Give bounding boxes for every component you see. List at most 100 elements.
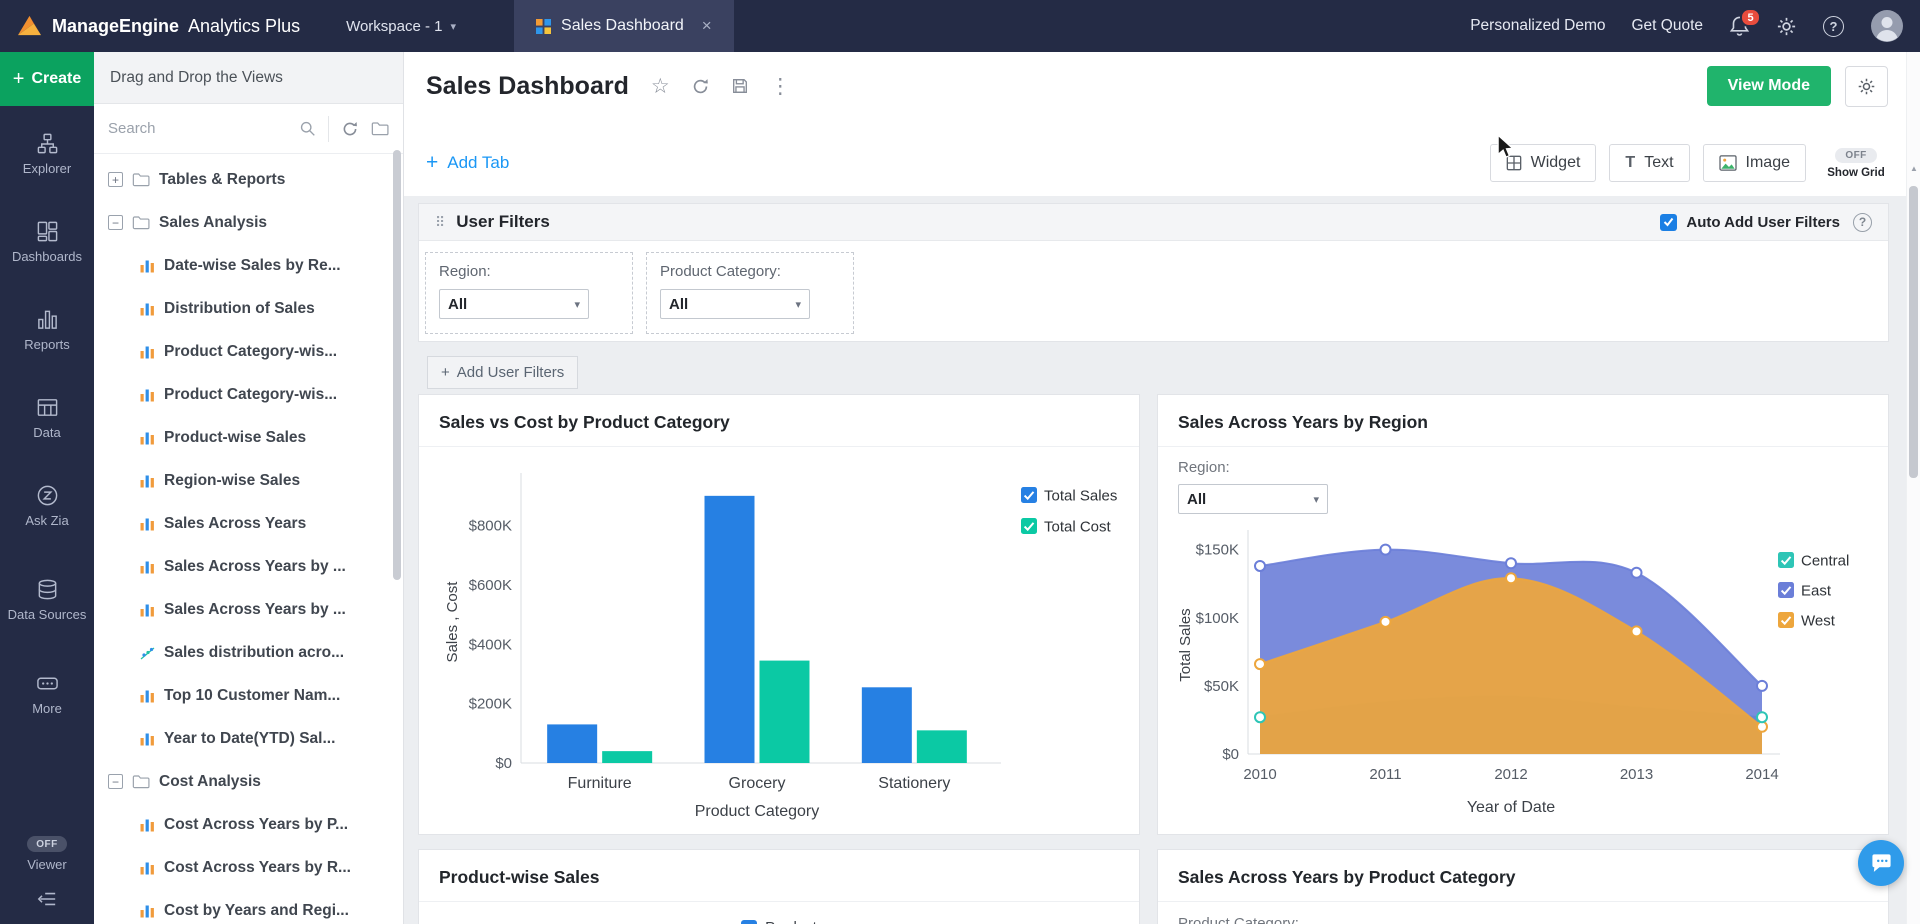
viewer-toggle[interactable]: OFF Viewer	[27, 836, 67, 872]
notifications-button[interactable]: 5	[1729, 15, 1750, 37]
chart-row: Sales vs Cost by Product Category $0$200…	[418, 394, 1889, 835]
rail-item-explorer[interactable]: Explorer	[0, 110, 94, 198]
viewer-label: Viewer	[27, 857, 67, 872]
image-button[interactable]: Image	[1703, 144, 1806, 182]
show-grid-toggle[interactable]: OFF Show Grid	[1823, 148, 1889, 179]
add-tab-button[interactable]: + Add Tab	[426, 151, 509, 175]
viewer-off-pill[interactable]: OFF	[27, 836, 67, 852]
rail-item-more[interactable]: More	[0, 650, 94, 738]
view-mode-button[interactable]: View Mode	[1707, 66, 1831, 106]
view-item[interactable]: Sales Across Years by ...	[94, 588, 403, 631]
save-icon	[731, 77, 749, 95]
chart-row-bottom: Product-wise Sales Product Sales Across …	[418, 849, 1889, 924]
more-options-button[interactable]: ⋮	[770, 76, 791, 97]
view-item[interactable]: Sales Across Years	[94, 502, 403, 545]
view-item[interactable]: Date-wise Sales by Re...	[94, 244, 403, 287]
widget-button[interactable]: Widget	[1490, 144, 1597, 182]
rail-item-label: Dashboards	[12, 250, 82, 265]
area-chart-svg: $0$50K$100K$150KTotal Sales2010201120122…	[1166, 522, 1874, 824]
folder-view-button[interactable]	[371, 121, 389, 136]
main-scrollbar[interactable]: ▲	[1906, 52, 1920, 924]
view-item[interactable]: Cost Across Years by P...	[94, 803, 403, 846]
view-item[interactable]: Sales Across Years by ...	[94, 545, 403, 588]
bar-chart-icon	[140, 818, 155, 832]
view-item-label: Year to Date(YTD) Sal...	[164, 730, 335, 748]
view-item[interactable]: Sales distribution acro...	[94, 631, 403, 674]
bar-chart-icon	[140, 689, 155, 703]
search-icon	[299, 120, 316, 137]
close-icon[interactable]: ×	[702, 16, 712, 36]
refresh-views-button[interactable]	[341, 120, 359, 138]
help-button[interactable]: ?	[1823, 16, 1844, 37]
view-item[interactable]: Top 10 Customer Nam...	[94, 674, 403, 717]
text-button[interactable]: T Text	[1609, 144, 1689, 182]
favorite-button[interactable]: ☆	[651, 76, 670, 97]
views-scrollbar-thumb[interactable]	[393, 150, 401, 580]
text-icon: T	[1625, 154, 1635, 172]
rail-item-ask-zia[interactable]: Ask Zia	[0, 462, 94, 550]
plus-icon: +	[441, 364, 450, 381]
expand-icon[interactable]: +	[108, 172, 123, 187]
view-item[interactable]: Product Category-wis...	[94, 330, 403, 373]
rail-item-reports[interactable]: Reports	[0, 286, 94, 374]
tree-folder[interactable]: −Cost Analysis	[94, 760, 403, 803]
explorer-icon	[36, 132, 59, 155]
view-item[interactable]: Year to Date(YTD) Sal...	[94, 717, 403, 760]
add-tab-label: Add Tab	[447, 153, 509, 173]
folder-label: Sales Analysis	[159, 214, 267, 232]
folder-icon	[132, 774, 150, 789]
save-button[interactable]	[731, 77, 749, 95]
show-grid-state[interactable]: OFF	[1835, 148, 1876, 163]
view-item[interactable]: Product Category-wis...	[94, 373, 403, 416]
scatter-chart-icon	[140, 646, 155, 660]
collapse-icon[interactable]: −	[108, 215, 123, 230]
view-item[interactable]: Distribution of Sales	[94, 287, 403, 330]
manageengine-logo-icon	[16, 14, 43, 39]
refresh-icon	[691, 77, 710, 96]
view-item[interactable]: Product-wise Sales	[94, 416, 403, 459]
scrollbar-thumb[interactable]	[1909, 186, 1918, 478]
panel-title: Sales Across Years by Product Category	[1178, 867, 1516, 887]
filter-select[interactable]: All▾	[439, 289, 589, 319]
workspace-selector[interactable]: Workspace - 1 ▾	[346, 18, 456, 35]
avatar[interactable]	[1870, 9, 1904, 43]
search-button[interactable]	[299, 120, 316, 137]
rail-item-label: More	[32, 702, 62, 717]
user-filters-title: User Filters	[456, 212, 550, 232]
region-filter-select[interactable]: All ▾	[1178, 484, 1328, 514]
collapse-sidebar-button[interactable]	[37, 890, 57, 908]
personalized-demo-link[interactable]: Personalized Demo	[1470, 17, 1605, 35]
legend-checkbox[interactable]	[741, 920, 757, 924]
chat-support-button[interactable]	[1858, 840, 1904, 886]
filter-select[interactable]: All▾	[660, 289, 810, 319]
tab-sales-dashboard[interactable]: Sales Dashboard ×	[514, 0, 734, 52]
collapse-icon[interactable]: −	[108, 774, 123, 789]
dashboard-header: Sales Dashboard ☆ ⋮ View Mode	[404, 52, 1906, 120]
svg-text:Stationery: Stationery	[878, 775, 950, 792]
settings-button[interactable]	[1776, 16, 1797, 37]
dashboard-settings-button[interactable]	[1845, 66, 1888, 107]
view-item[interactable]: Cost Across Years by R...	[94, 846, 403, 889]
drag-handle-icon[interactable]: ⠿	[435, 214, 445, 231]
svg-text:Sales , Cost: Sales , Cost	[444, 581, 461, 663]
tree-folder[interactable]: − Sales Analysis	[94, 201, 403, 244]
create-button[interactable]: + Create	[0, 52, 94, 106]
view-item[interactable]: Cost by Years and Regi...	[94, 889, 403, 920]
rail-item-data[interactable]: Data	[0, 374, 94, 462]
view-item[interactable]: Region-wise Sales	[94, 459, 403, 502]
panel-title: Sales Across Years by Region	[1178, 412, 1428, 432]
rail-item-data-sources[interactable]: Data Sources	[0, 550, 94, 650]
scroll-up-arrow-icon[interactable]: ▲	[1910, 164, 1918, 173]
help-button[interactable]: ?	[1853, 213, 1872, 232]
bar-chart-icon	[140, 431, 155, 445]
search-input[interactable]	[108, 120, 287, 137]
get-quote-link[interactable]: Get Quote	[1631, 17, 1703, 35]
tree-folder[interactable]: +Tables & Reports	[94, 158, 403, 201]
refresh-icon	[341, 120, 359, 138]
svg-text:Total Sales: Total Sales	[1177, 608, 1194, 681]
rail-item-dashboards[interactable]: Dashboards	[0, 198, 94, 286]
auto-add-checkbox[interactable]	[1660, 214, 1677, 231]
user-filter-box-1: Product Category:All▾	[646, 252, 854, 334]
refresh-dashboard-button[interactable]	[691, 77, 710, 96]
add-user-filters-button[interactable]: + Add User Filters	[427, 356, 578, 389]
